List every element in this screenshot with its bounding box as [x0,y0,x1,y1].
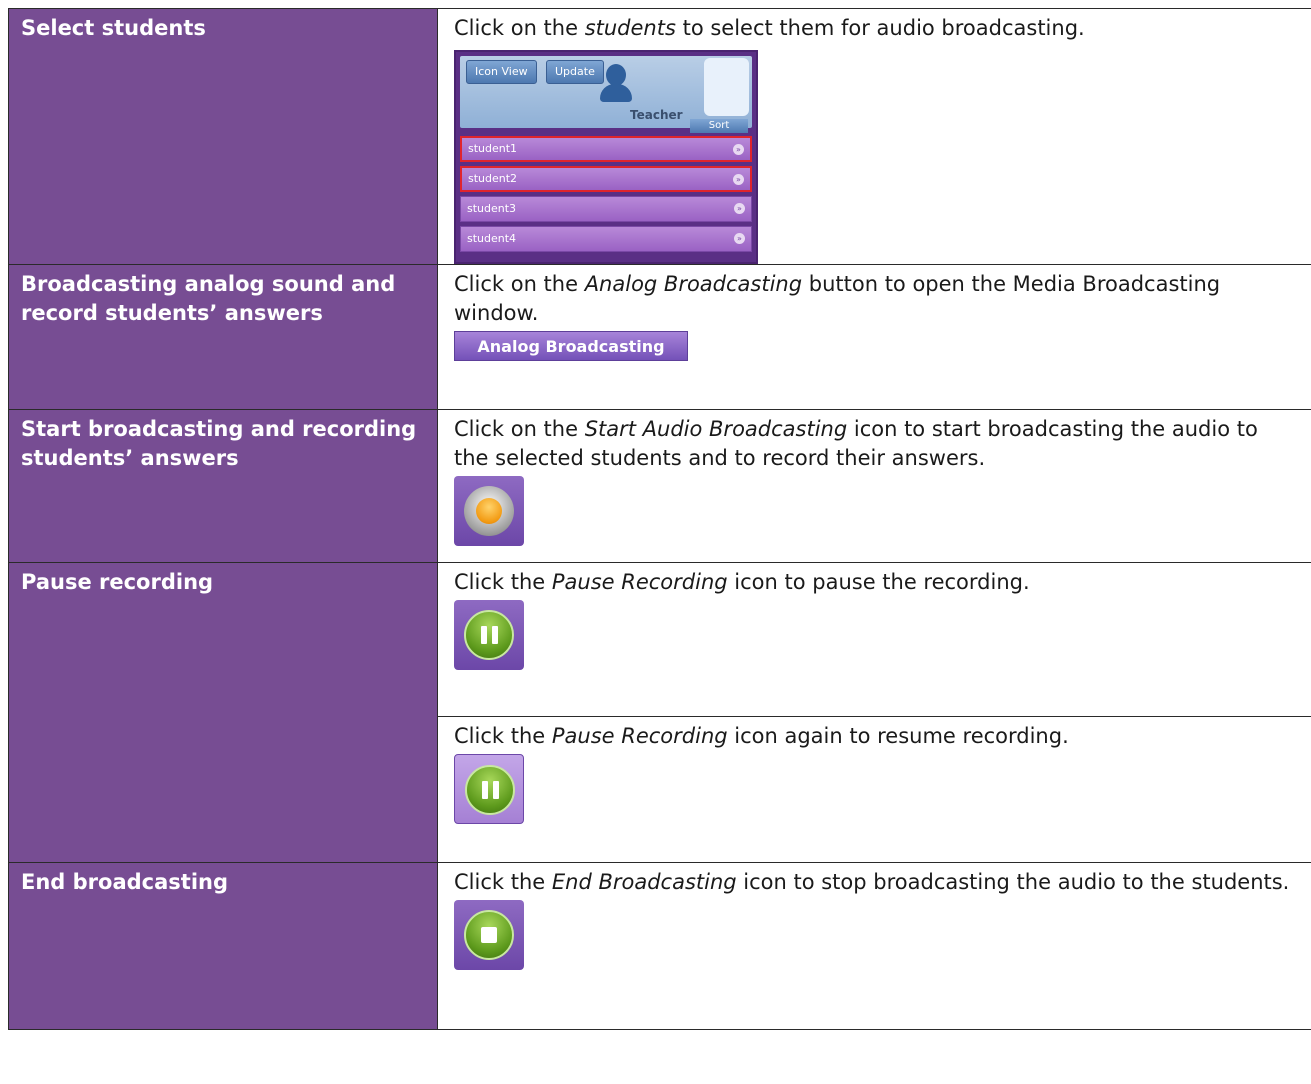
step-content: Click on the Analog Broadcasting button … [437,264,1311,410]
student-row-2[interactable]: student2» [460,166,752,192]
step-label: Pause recording [8,562,438,863]
step-content: Click on the students to select them for… [437,8,1311,265]
stop-icon [464,910,514,960]
sort-button[interactable]: Sort [690,119,748,133]
start-audio-broadcasting-button[interactable] [454,476,524,546]
step-description: Click the Pause Recording icon to pause … [454,570,1030,594]
pause-icon [465,765,515,815]
step-content: Click the Pause Recording icon to pause … [437,562,1311,717]
update-button[interactable]: Update [546,60,604,84]
analog-broadcasting-button[interactable]: Analog Broadcasting [454,331,688,361]
icon-view-button[interactable]: Icon View [466,60,537,84]
step-content: Click the End Broadcasting icon to stop … [437,862,1311,1030]
step-description: Click on the Analog Broadcasting button … [454,272,1221,325]
table-row: Start broadcasting and recording student… [8,409,1311,563]
teacher-panel: Icon View Update Teacher Sort [460,56,752,133]
teacher-label: Teacher [630,108,683,122]
student-row-1[interactable]: student1» [460,136,752,162]
step-description: Click the End Broadcasting icon to stop … [454,870,1290,894]
teacher-avatar-icon [598,64,634,104]
table-row: Select students Click on the students to… [8,8,1311,265]
table-row: Pause recording Click the Pause Recordin… [8,562,1311,863]
table-row: End broadcasting Click the End Broadcast… [8,862,1311,1030]
chevron-right-icon: » [733,174,744,185]
pause-recording-button[interactable] [454,600,524,670]
step-label: Start broadcasting and recording student… [8,409,438,563]
teacher-photo [704,58,749,116]
chevron-right-icon: » [734,233,745,244]
pause-icon [464,610,514,660]
step-label: Broadcasting analog sound and record stu… [8,264,438,410]
chevron-right-icon: » [733,144,744,155]
step-description: Click the Pause Recording icon again to … [454,724,1069,748]
end-broadcasting-button[interactable] [454,900,524,970]
student-row-4[interactable]: student4» [460,226,752,252]
resume-recording-button[interactable] [454,754,524,824]
step-description: Click on the Start Audio Broadcasting ic… [454,417,1258,470]
step-description: Click on the students to select them for… [454,16,1085,40]
instruction-table: Select students Click on the students to… [8,8,1311,1030]
record-icon [464,486,514,536]
table-row: Broadcasting analog sound and record stu… [8,264,1311,410]
classroom-screenshot: Icon View Update Teacher Sort student1» … [454,50,758,264]
student-row-3[interactable]: student3» [460,196,752,222]
chevron-right-icon: » [734,203,745,214]
step-label: Select students [8,8,438,265]
step-content: Click on the Start Audio Broadcasting ic… [437,409,1311,563]
step-label: End broadcasting [8,862,438,1030]
step-content: Click the Pause Recording icon again to … [437,716,1311,863]
